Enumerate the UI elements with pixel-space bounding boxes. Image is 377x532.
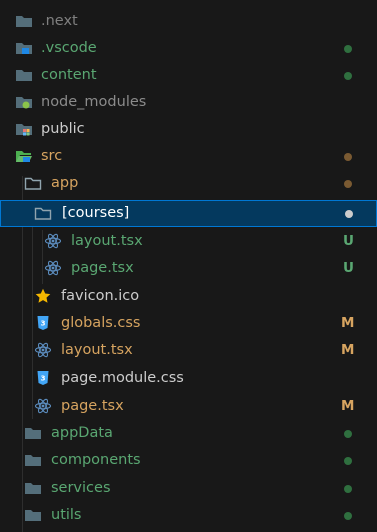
git-status-badge: U [343,233,354,249]
tree-item-label: [courses] [62,205,130,221]
tree-item-label: src [41,148,63,164]
tree-item-vscode[interactable]: .vscode [0,35,377,62]
tree-item-public[interactable]: public [0,116,377,143]
css-icon: 3 [37,316,49,330]
folder-node-icon [16,97,32,109]
folder-public-icon [16,124,32,136]
git-status-badge: M [341,342,355,358]
tree-item-label: app [51,175,79,191]
tree-item-label: node_modules [41,94,147,110]
folder-icon [16,70,32,81]
react-icon [44,233,62,249]
tree-item-label: globals.css [61,315,141,331]
tree-item-next[interactable]: .next [0,8,377,35]
tree-item-label: components [51,452,141,468]
git-status-badge: M [341,398,355,414]
tree-item-page-module-css[interactable]: 3 page.module.css [0,365,377,392]
tree-item-node-modules[interactable]: node_modules [0,89,377,116]
svg-text:3: 3 [41,320,46,328]
folder-icon [25,483,41,494]
folder-src-open-icon [16,151,32,162]
folder-icon [25,510,41,521]
tree-item-courses-layout-tsx[interactable]: layout.tsx U [0,228,377,255]
status-dot [345,210,353,218]
tree-item-label: .next [41,13,78,29]
react-icon [34,398,52,414]
status-dot [344,430,352,438]
tree-item-label: content [41,67,97,83]
tree-item-appdata[interactable]: appData [0,420,377,447]
tree-item-label: page.tsx [61,398,124,414]
tree-item-label: favicon.ico [61,288,140,304]
folder-vscode-icon [16,43,32,54]
svg-text:3: 3 [41,375,46,383]
tree-item-src[interactable]: src [0,143,377,170]
tree-item-label: services [51,480,111,496]
folder-icon [16,16,32,27]
tree-item-label: .vscode [41,40,97,56]
status-dot [344,180,352,188]
folder-open-icon [34,207,52,220]
tree-item-globals-css[interactable]: 3 globals.css M [0,310,377,337]
status-dot [344,512,352,520]
folder-open-icon [24,177,42,190]
tree-item-courses-page-tsx[interactable]: page.tsx U [0,255,377,282]
tree-item-favicon-ico[interactable]: favicon.ico [0,283,377,310]
tree-item-label: page.module.css [61,370,184,386]
tree-item-label: appData [51,425,113,441]
folder-icon [25,428,41,439]
status-dot [344,72,352,80]
tree-item-app-layout-tsx[interactable]: layout.tsx M [0,337,377,364]
folder-icon [25,455,41,466]
star-icon [35,288,51,303]
tree-item-label: public [41,121,85,137]
tree-item-app-page-tsx[interactable]: page.tsx M [0,393,377,420]
tree-item-label: utils [51,507,82,523]
react-icon [34,342,52,358]
status-dot [344,485,352,493]
tree-item-label: layout.tsx [61,342,133,358]
tree-item-content[interactable]: content [0,62,377,89]
git-status-badge: U [343,260,354,276]
status-dot [344,153,352,161]
status-dot [344,45,352,53]
git-status-badge: M [341,315,355,331]
css-icon: 3 [37,371,49,385]
tree-item-courses[interactable]: [courses] [0,200,377,227]
tree-item-label: layout.tsx [71,233,143,249]
tree-item-utils[interactable]: utils [0,502,377,529]
file-explorer-tree: .next .vscode content node_modules publi… [0,0,377,532]
tree-item-app[interactable]: app [0,170,377,197]
tree-item-components[interactable]: components [0,447,377,474]
tree-item-label: page.tsx [71,260,134,276]
status-dot [344,457,352,465]
react-icon [44,260,62,276]
tree-item-services[interactable]: services [0,475,377,502]
